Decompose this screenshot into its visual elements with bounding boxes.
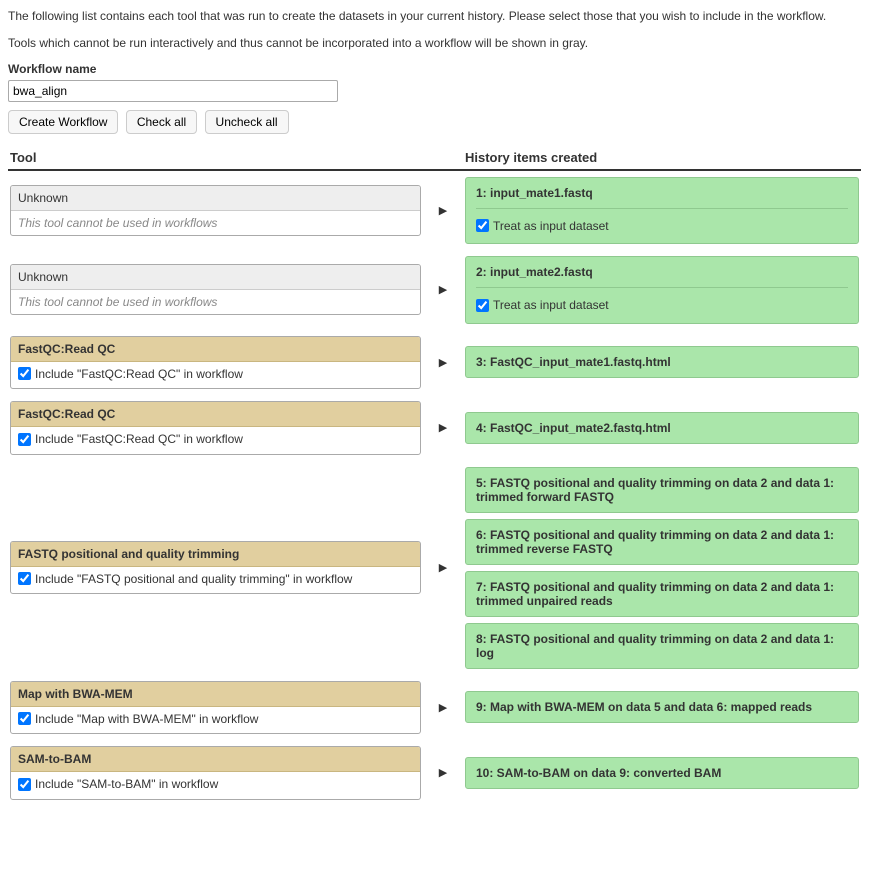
- intro-text-1: The following list contains each tool th…: [8, 8, 861, 25]
- history-item[interactable]: 4: FastQC_input_mate2.fastq.html: [465, 412, 859, 444]
- tool-title: FastQC:Read QC: [11, 402, 420, 427]
- tool-title: Unknown: [11, 186, 420, 211]
- check-all-button[interactable]: Check all: [126, 110, 197, 134]
- arrow-right-icon: ▶: [423, 395, 463, 461]
- intro-text-2: Tools which cannot be run interactively …: [8, 35, 861, 52]
- column-header-history: History items created: [463, 146, 861, 170]
- history-item[interactable]: 7: FASTQ positional and quality trimming…: [465, 571, 859, 617]
- history-item[interactable]: 5: FASTQ positional and quality trimming…: [465, 467, 859, 513]
- include-tool-label[interactable]: Include "Map with BWA-MEM" in workflow: [18, 712, 258, 726]
- include-tool-checkbox[interactable]: [18, 433, 31, 446]
- include-tool-text: Include "FastQC:Read QC" in workflow: [35, 432, 243, 446]
- history-item-label: 4: FastQC_input_mate2.fastq.html: [476, 421, 848, 435]
- create-workflow-button[interactable]: Create Workflow: [8, 110, 118, 134]
- include-tool-text: Include "SAM-to-BAM" in workflow: [35, 777, 218, 791]
- treat-as-input-label[interactable]: Treat as input dataset: [476, 219, 609, 233]
- tool-title: FASTQ positional and quality trimming: [11, 542, 420, 567]
- history-item[interactable]: 6: FASTQ positional and quality trimming…: [465, 519, 859, 565]
- tool-box: FASTQ positional and quality trimming Inc…: [10, 541, 421, 595]
- history-item-label: 8: FASTQ positional and quality trimming…: [476, 632, 848, 660]
- history-item-label: 7: FASTQ positional and quality trimming…: [476, 580, 848, 608]
- include-tool-text: Include "Map with BWA-MEM" in workflow: [35, 712, 258, 726]
- history-item[interactable]: 2: input_mate2.fastq Treat as input datas…: [465, 256, 859, 324]
- tool-unavailable-note: This tool cannot be used in workflows: [11, 290, 420, 314]
- arrow-right-icon: ▶: [423, 461, 463, 675]
- column-header-spacer: [423, 146, 463, 170]
- tool-box: SAM-to-BAM Include "SAM-to-BAM" in workfl…: [10, 746, 421, 800]
- tool-title: Map with BWA-MEM: [11, 682, 420, 707]
- history-item-label: 5: FASTQ positional and quality trimming…: [476, 476, 848, 504]
- history-item-label: 2: input_mate2.fastq: [476, 265, 848, 279]
- workflow-name-input[interactable]: [8, 80, 338, 102]
- include-tool-label[interactable]: Include "SAM-to-BAM" in workflow: [18, 777, 218, 791]
- tool-box: Map with BWA-MEM Include "Map with BWA-ME…: [10, 681, 421, 735]
- uncheck-all-button[interactable]: Uncheck all: [205, 110, 289, 134]
- tool-title: Unknown: [11, 265, 420, 290]
- arrow-right-icon: ▶: [423, 675, 463, 741]
- include-tool-checkbox[interactable]: [18, 712, 31, 725]
- arrow-right-icon: ▶: [423, 330, 463, 396]
- workflow-name-label: Workflow name: [8, 62, 861, 76]
- history-item-label: 9: Map with BWA-MEM on data 5 and data 6…: [476, 700, 848, 714]
- tool-box: FastQC:Read QC Include "FastQC:Read QC" i…: [10, 336, 421, 390]
- tool-title: FastQC:Read QC: [11, 337, 420, 362]
- history-item[interactable]: 9: Map with BWA-MEM on data 5 and data 6…: [465, 691, 859, 723]
- arrow-right-icon: ▶: [423, 250, 463, 330]
- history-item-label: 6: FASTQ positional and quality trimming…: [476, 528, 848, 556]
- history-item-label: 10: SAM-to-BAM on data 9: converted BAM: [476, 766, 848, 780]
- include-tool-text: Include "FASTQ positional and quality tr…: [35, 572, 352, 586]
- tool-box: FastQC:Read QC Include "FastQC:Read QC" i…: [10, 401, 421, 455]
- history-item[interactable]: 10: SAM-to-BAM on data 9: converted BAM: [465, 757, 859, 789]
- treat-as-input-text: Treat as input dataset: [493, 219, 609, 233]
- tool-box: UnknownThis tool cannot be used in workf…: [10, 264, 421, 315]
- tool-title: SAM-to-BAM: [11, 747, 420, 772]
- arrow-right-icon: ▶: [423, 740, 463, 806]
- include-tool-label[interactable]: Include "FastQC:Read QC" in workflow: [18, 432, 243, 446]
- tool-box: UnknownThis tool cannot be used in workf…: [10, 185, 421, 236]
- include-tool-label[interactable]: Include "FastQC:Read QC" in workflow: [18, 367, 243, 381]
- treat-as-input-checkbox[interactable]: [476, 299, 489, 312]
- include-tool-label[interactable]: Include "FASTQ positional and quality tr…: [18, 572, 352, 586]
- arrow-right-icon: ▶: [423, 170, 463, 251]
- include-tool-checkbox[interactable]: [18, 572, 31, 585]
- history-item-label: 3: FastQC_input_mate1.fastq.html: [476, 355, 848, 369]
- tool-unavailable-note: This tool cannot be used in workflows: [11, 211, 420, 235]
- include-tool-text: Include "FastQC:Read QC" in workflow: [35, 367, 243, 381]
- treat-as-input-label[interactable]: Treat as input dataset: [476, 298, 609, 312]
- history-item[interactable]: 3: FastQC_input_mate1.fastq.html: [465, 346, 859, 378]
- history-item-label: 1: input_mate1.fastq: [476, 186, 848, 200]
- treat-as-input-text: Treat as input dataset: [493, 298, 609, 312]
- history-item[interactable]: 1: input_mate1.fastq Treat as input datas…: [465, 177, 859, 245]
- history-item[interactable]: 8: FASTQ positional and quality trimming…: [465, 623, 859, 669]
- include-tool-checkbox[interactable]: [18, 367, 31, 380]
- include-tool-checkbox[interactable]: [18, 778, 31, 791]
- treat-as-input-checkbox[interactable]: [476, 219, 489, 232]
- column-header-tool: Tool: [8, 146, 423, 170]
